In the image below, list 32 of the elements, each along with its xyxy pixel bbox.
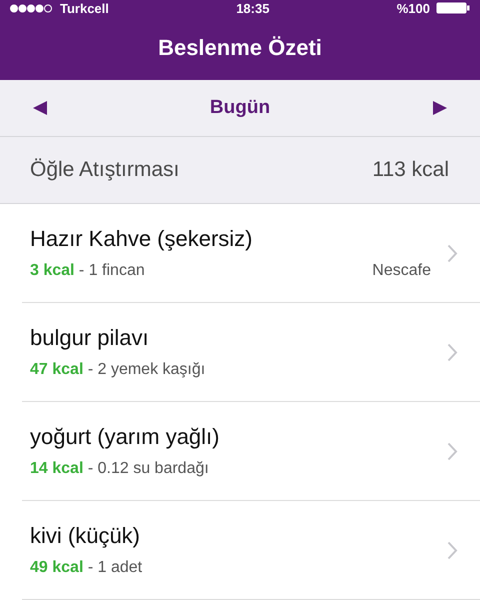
food-name: kivi (küçük) [30, 523, 142, 549]
screen-title: Beslenme Özeti [158, 35, 322, 61]
battery-percent: %100 [396, 0, 430, 16]
meal-total: 113 kcal [372, 158, 449, 182]
food-brand: Nescafe [372, 262, 431, 280]
food-name: bulgur pilavı [30, 325, 150, 351]
clock-time: 18:35 [236, 0, 270, 16]
carrier-name: Turkcell [60, 0, 109, 16]
food-portion: - 1 fincan [78, 262, 145, 280]
meal-title: Öğle Atıştırması [30, 158, 180, 182]
chevron-icon [447, 342, 458, 362]
date-label: Bugün [210, 97, 270, 119]
food-portion: - 1 adet [86, 559, 142, 577]
food-portion: - 2 yemek kaşığı [86, 361, 206, 379]
food-kcal: 14 kcal [30, 460, 84, 478]
food-row[interactable]: yoğurt (yarım yağlı) 14 kcal - 0.12 su bardağı [22, 402, 480, 501]
food-name: Hazır Kahve (şekersiz) [30, 226, 254, 252]
chevron-icon [447, 244, 458, 262]
food-kcal: 49 kcal [30, 559, 84, 577]
chevron-icon [447, 540, 458, 560]
previous-day-icon[interactable] [32, 100, 48, 116]
signal-icon [10, 4, 54, 12]
food-row[interactable]: Hazır Kahve (şekersiz) 3 kcal - 1 fincan Nescafe [22, 204, 480, 303]
next-day-icon[interactable] [432, 100, 448, 116]
food-row[interactable]: kivi (küçük) 49 kcal - 1 adet [22, 501, 480, 600]
food-portion: - 0.12 su bardağı [86, 460, 209, 478]
food-kcal: 3 kcal [30, 262, 74, 280]
chevron-icon [447, 442, 458, 460]
battery-icon [436, 2, 470, 14]
food-kcal: 47 kcal [30, 361, 84, 379]
food-row[interactable]: bulgur pilavı 47 kcal - 2 yemek kaşığı [22, 303, 480, 402]
food-name: yoğurt (yarım yağlı) [30, 424, 220, 450]
